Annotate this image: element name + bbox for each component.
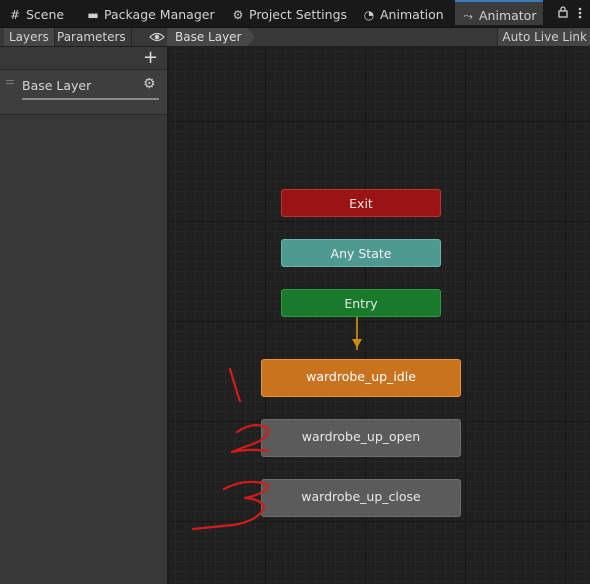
tab-parameters[interactable]: Parameters: [52, 28, 132, 46]
add-layer-button[interactable]: +: [143, 49, 158, 67]
package-icon: ▬: [87, 8, 99, 22]
tab-animation[interactable]: ◔ Animation: [362, 0, 444, 27]
auto-live-link-button[interactable]: Auto Live Link: [497, 28, 590, 46]
drag-handle-icon[interactable]: [6, 80, 14, 81]
tab-label: Package Manager: [104, 7, 215, 22]
state-node-open[interactable]: wardrobe_up_open: [261, 419, 461, 457]
layer-item[interactable]: Base Layer ⚙: [0, 69, 167, 115]
more-options-icon[interactable]: [578, 7, 582, 22]
state-node-close[interactable]: wardrobe_up_close: [261, 479, 461, 517]
animator-toolbar: Layers Parameters Base Layer Auto Live L…: [0, 28, 590, 47]
clock-icon: ◔: [363, 8, 375, 22]
eye-icon[interactable]: [149, 29, 165, 45]
gear-icon[interactable]: ⚙: [143, 76, 156, 92]
scene-icon: #: [9, 8, 21, 22]
lock-icon[interactable]: [558, 6, 568, 21]
state-machine-graph[interactable]: Exit Any State Entry wardrobe_up_idle wa…: [169, 47, 590, 584]
annotation-1: [228, 367, 242, 403]
animator-icon: ⤳: [463, 9, 473, 23]
state-node-idle[interactable]: wardrobe_up_idle: [261, 359, 461, 397]
transition-arrowhead: [352, 339, 362, 348]
entry-node[interactable]: Entry: [281, 289, 441, 317]
tab-package-manager[interactable]: ▬ Package Manager: [86, 0, 215, 27]
tab-scene[interactable]: # Scene: [8, 0, 64, 27]
any-state-node[interactable]: Any State: [281, 239, 441, 267]
tab-label: Project Settings: [249, 7, 348, 22]
tab-animator[interactable]: ⤳ Animator: [455, 0, 543, 25]
tab-label: Animation: [380, 7, 444, 22]
editor-tab-bar: # Scene ▬ Package Manager ⚙ Project Setting…: [0, 0, 590, 28]
tab-label: Scene: [26, 7, 65, 22]
annotation-3: [191, 480, 270, 531]
tab-layers[interactable]: Layers: [4, 28, 55, 46]
layer-name: Base Layer: [22, 78, 92, 93]
gear-icon: ⚙: [232, 8, 244, 22]
tab-label: Animator: [479, 8, 537, 23]
exit-node[interactable]: Exit: [281, 189, 441, 217]
layers-panel: + Base Layer ⚙: [0, 47, 169, 584]
tab-project-settings[interactable]: ⚙ Project Settings: [231, 0, 347, 27]
layer-weight-slider[interactable]: [22, 98, 159, 100]
breadcrumb[interactable]: Base Layer: [167, 28, 256, 46]
